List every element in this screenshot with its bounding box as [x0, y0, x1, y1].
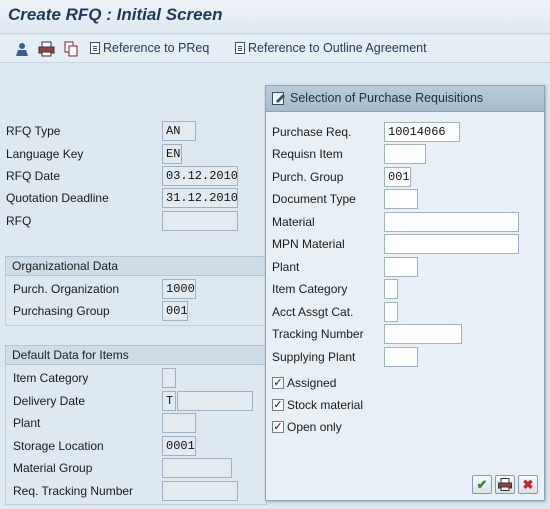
req-tracking-number-label: Req. Tracking Number [13, 484, 134, 498]
reference-to-preq-label: Reference to PReq [103, 41, 210, 55]
assigned-checkbox[interactable]: ✓ [272, 377, 284, 389]
cancel-button[interactable]: ✖ [518, 475, 538, 494]
purch-group-field[interactable]: 001 [384, 167, 411, 187]
open-only-label: Open only [287, 420, 342, 434]
cancel-icon: ✖ [522, 477, 534, 492]
requisn-item-label: Requisn Item [272, 147, 343, 161]
default-data-header: Default Data for Items [5, 345, 267, 365]
acct-assgt-cat-field[interactable] [384, 302, 398, 322]
stock-material-label: Stock material [287, 398, 364, 412]
tracking-number-label: Tracking Number [272, 327, 364, 341]
storage-location-field[interactable]: 0001 [162, 436, 196, 456]
stock-material-checkbox[interactable]: ✓ [272, 399, 284, 411]
purchase-req-label: Purchase Req. [272, 125, 352, 139]
document-icon [90, 42, 100, 54]
stock-material-checkbox-row[interactable]: ✓ Stock material [272, 395, 363, 415]
purch-organization-label: Purch. Organization [13, 282, 120, 296]
purch-organization-field[interactable]: 1000 [162, 279, 196, 299]
checkmark-icon: ✓ [273, 376, 283, 389]
title-bar: Create RFQ : Initial Screen [0, 0, 550, 34]
purchasing-group-label: Purchasing Group [13, 304, 110, 318]
storage-location-label: Storage Location [13, 439, 104, 453]
copy-icon [498, 478, 512, 491]
copy-button[interactable] [495, 475, 515, 494]
rfq-date-label: RFQ Date [6, 169, 61, 183]
purchasing-group-field[interactable]: 001 [162, 301, 188, 321]
confirm-icon: ✔ [476, 477, 488, 492]
rfq-number-label: RFQ [6, 214, 32, 228]
material-field[interactable] [384, 212, 519, 232]
assigned-checkbox-row[interactable]: ✓ Assigned [272, 373, 336, 393]
delivery-date-field[interactable] [177, 391, 253, 411]
person-icon[interactable] [13, 40, 31, 58]
plant-label: Plant [13, 416, 41, 430]
rfq-type-label: RFQ Type [6, 124, 61, 138]
item-category-field[interactable] [384, 279, 398, 299]
material-group-label: Material Group [13, 461, 93, 475]
plant-field[interactable] [162, 413, 196, 433]
item-category-label: Item Category [272, 282, 348, 296]
purchase-req-field[interactable]: 10014066 [384, 122, 460, 142]
mpn-material-field[interactable] [384, 234, 519, 254]
plant-label: Plant [272, 260, 300, 274]
item-category-field[interactable] [162, 368, 176, 388]
requisn-item-field[interactable] [384, 144, 426, 164]
quotation-deadline-field[interactable]: 31.12.2010 [162, 188, 238, 208]
delivery-date-label: Delivery Date [13, 394, 86, 408]
rfq-type-field[interactable]: AN [162, 121, 196, 141]
rfq-date-field[interactable]: 03.12.2010 [162, 166, 238, 186]
language-key-label: Language Key [6, 147, 84, 161]
material-label: Material [272, 215, 315, 229]
language-key-field[interactable]: EN [162, 144, 182, 164]
purch-group-label: Purch. Group [272, 170, 344, 184]
assigned-label: Assigned [287, 376, 337, 390]
dialog-title-bar[interactable]: Selection of Purchase Requisitions [266, 86, 544, 112]
application-toolbar: Reference to PReq Reference to Outline A… [0, 35, 550, 63]
checkmark-icon: ✓ [273, 398, 283, 411]
document-type-label: Document Type [272, 192, 356, 206]
acct-assgt-cat-label: Acct Assgt Cat. [272, 305, 354, 319]
rfq-number-field[interactable] [162, 211, 238, 231]
document-icon [235, 42, 245, 54]
dialog-edit-icon [272, 92, 286, 105]
open-only-checkbox[interactable]: ✓ [272, 421, 284, 433]
req-tracking-number-field[interactable] [162, 481, 238, 501]
quotation-deadline-label: Quotation Deadline [6, 191, 109, 205]
dialog-title: Selection of Purchase Requisitions [290, 91, 484, 105]
open-only-checkbox-row[interactable]: ✓ Open only [272, 417, 342, 437]
selection-dialog: Selection of Purchase Requisitions Purch… [265, 85, 545, 501]
copy-icon[interactable] [62, 40, 80, 58]
supplying-plant-label: Supplying Plant [272, 350, 356, 364]
plant-field[interactable] [384, 257, 418, 277]
reference-to-outline-agreement-label: Reference to Outline Agreement [248, 41, 427, 55]
confirm-button[interactable]: ✔ [472, 475, 492, 494]
delivery-date-type-field[interactable]: T [162, 391, 176, 411]
supplying-plant-field[interactable] [384, 347, 418, 367]
mpn-material-label: MPN Material [272, 237, 345, 251]
document-type-field[interactable] [384, 189, 418, 209]
material-group-field[interactable] [162, 458, 232, 478]
reference-to-preq-button[interactable]: Reference to PReq [90, 41, 209, 55]
organizational-data-header: Organizational Data [5, 256, 267, 276]
reference-to-outline-agreement-button[interactable]: Reference to Outline Agreement [235, 41, 427, 55]
printer-icon[interactable] [37, 40, 55, 58]
item-category-label: Item Category [13, 371, 89, 385]
tracking-number-field[interactable] [384, 324, 462, 344]
page-title: Create RFQ : Initial Screen [8, 5, 223, 24]
checkmark-icon: ✓ [273, 420, 283, 433]
